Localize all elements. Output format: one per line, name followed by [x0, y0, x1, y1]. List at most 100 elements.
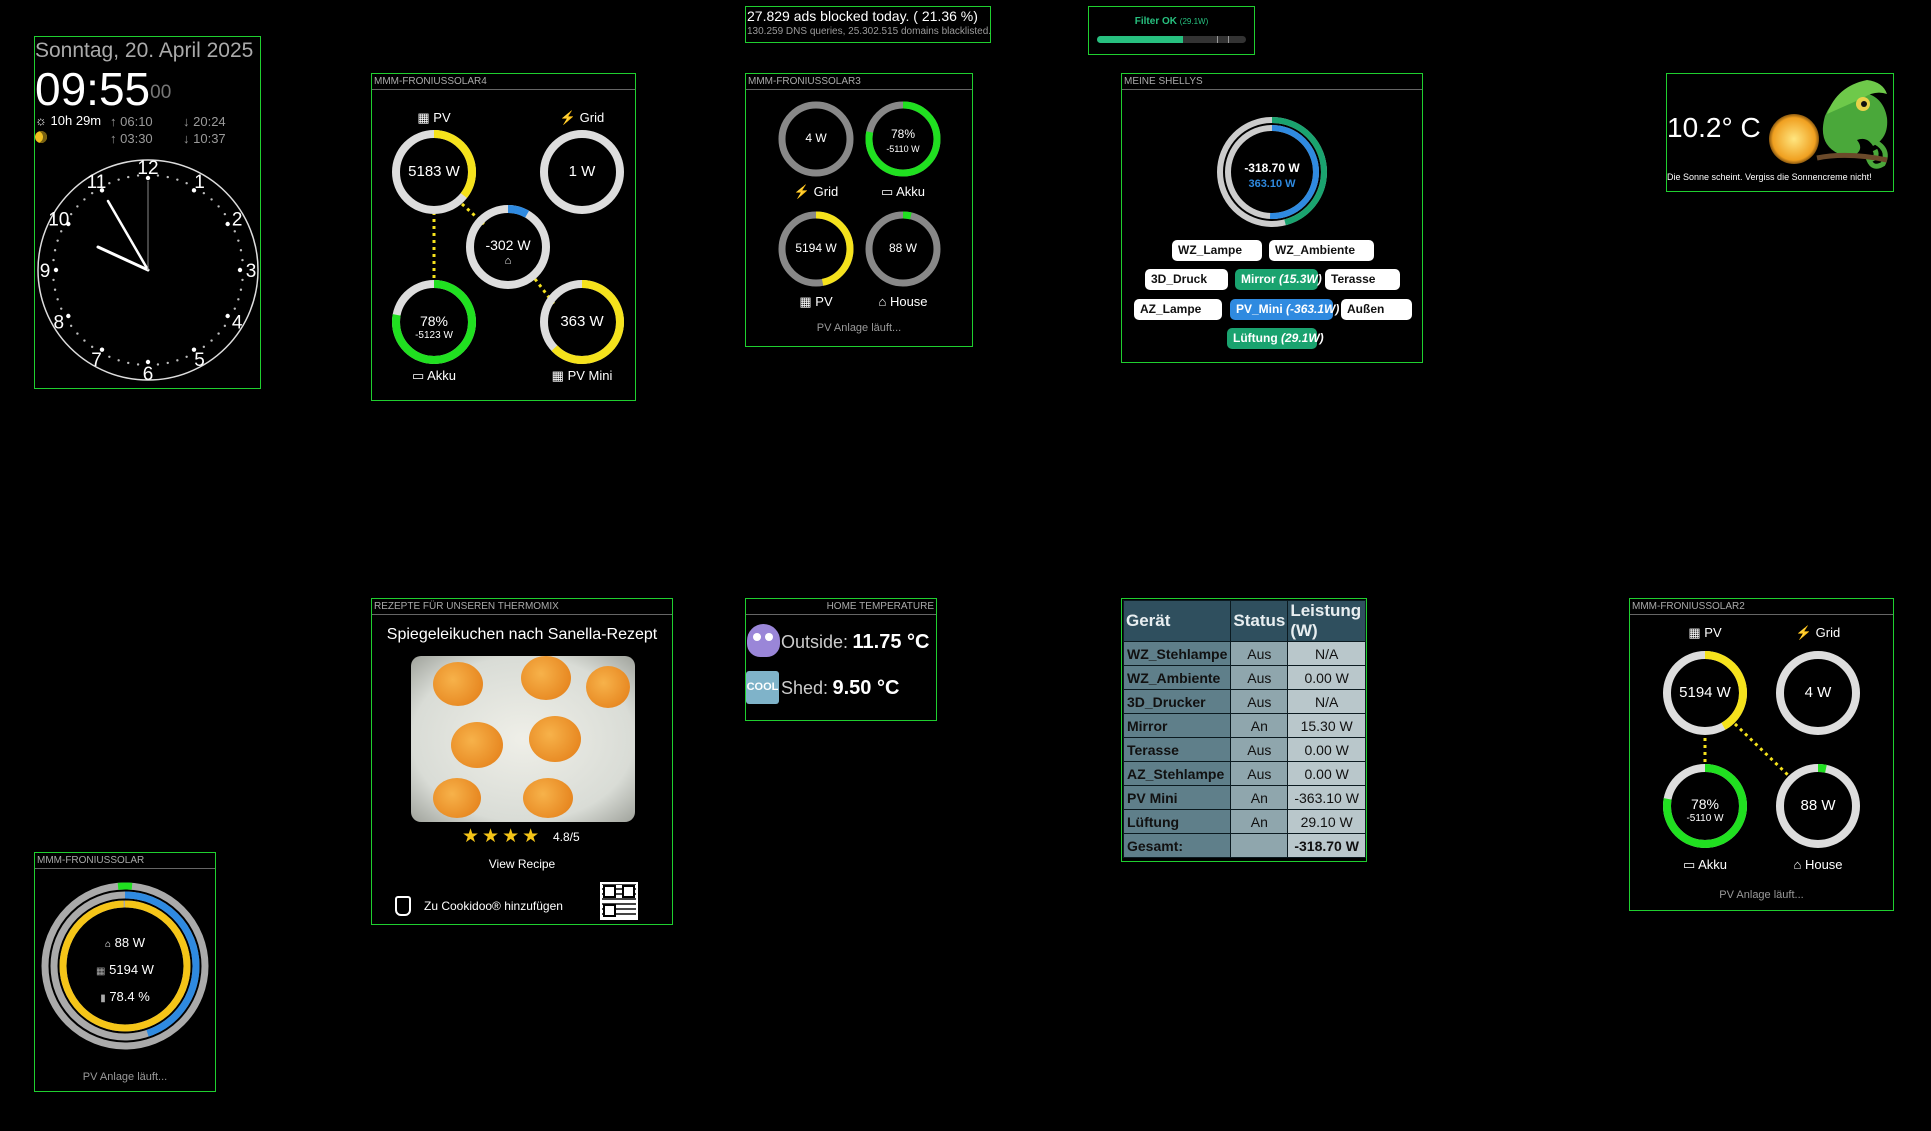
table-row: Mirror An 15.30 W: [1122, 713, 1366, 738]
solar1-status: PV Anlage läuft...: [82, 1071, 168, 1083]
battery-icon: ▭: [411, 368, 425, 383]
clock-tick: [202, 345, 206, 349]
house-icon: ⌂: [104, 939, 112, 950]
sun-icon: ☼: [35, 113, 47, 128]
clock-tick: [66, 313, 71, 319]
house-icon: ⌂: [878, 294, 887, 309]
power-cell: 0.00 W: [1287, 737, 1366, 762]
cookidoo-button[interactable]: Zu Cookidoo® hinzufügen: [424, 899, 563, 913]
battery-icon: ▭: [880, 184, 894, 199]
recipe-module: REZEPTE FÜR UNSEREN THERMOMIX Spiegeleik…: [371, 598, 673, 925]
solar3-pv-label: ▦ PV: [799, 294, 833, 309]
shellys-total: -318.70 W: [1244, 161, 1300, 175]
module-header: MEINE SHELLYS: [1122, 74, 1422, 90]
power-cell: 15.30 W: [1287, 713, 1366, 738]
table-total-row: Gesamt: -318.70 W: [1122, 833, 1366, 858]
shelly-chip-wz-lampe[interactable]: WZ_Lampe: [1172, 240, 1262, 261]
filter-status: Filter OK (29.1W): [1134, 16, 1209, 27]
solar2-house-label: ⌂ House: [1793, 857, 1843, 872]
power-cell: 0.00 W: [1287, 761, 1366, 786]
solar2-status: PV Anlage läuft...: [1719, 889, 1804, 901]
status-cell: Aus: [1230, 641, 1289, 666]
module-header: MMM-FRONIUSSOLAR: [35, 853, 215, 869]
home-temperature-module: HOME TEMPERATURE Outside: 11.75 °C COOL …: [745, 598, 937, 721]
clock-tick: [225, 313, 230, 319]
column-header: Gerät: [1122, 600, 1232, 642]
shelly-chip-pv-mini[interactable]: PV_Mini (-363.1W): [1230, 299, 1339, 320]
device-name-cell: PV Mini: [1122, 785, 1232, 810]
sun-icon: [1769, 114, 1819, 164]
clock-tick: [53, 288, 57, 291]
star-icon: ★: [462, 826, 483, 847]
arrow-up-icon: ↑: [110, 131, 117, 146]
analog-clock: 121234567891011: [37, 158, 259, 383]
status-cell: An: [1230, 785, 1289, 810]
sunrise-time: ↑ 06:10: [110, 114, 153, 129]
clock-tick: [108, 182, 111, 185]
solar4-house-value: -302 W: [485, 237, 531, 253]
solar-panel-icon: ▦: [551, 368, 564, 383]
power-cell: -363.10 W: [1287, 785, 1366, 810]
recipe-rating-stars: ★★★★: [462, 825, 542, 848]
clock-number: 9: [40, 261, 51, 282]
shelly-chip-lueftung[interactable]: Lüftung (29.1W): [1227, 328, 1324, 349]
status-cell: Aus: [1230, 761, 1289, 786]
clock-number: 8: [54, 313, 65, 334]
solar3-house-value: 88 W: [888, 241, 917, 255]
clock-tick: [69, 324, 73, 328]
shellys-module: MEINE SHELLYS -318.70 W 363.10 W WZ_Lamp…: [1121, 73, 1423, 363]
power-cell: -318.70 W: [1287, 833, 1366, 858]
battery-icon: ▭: [1682, 857, 1696, 872]
device-status-module: Gerät Status Leistung (W) WZ_Stehlampe Au…: [1121, 598, 1367, 862]
clock-number: 1: [194, 172, 205, 193]
solar4-akku-percent: 78%: [419, 313, 449, 329]
solar3-akku-percent: 78%: [890, 127, 916, 141]
device-name-cell: Mirror: [1122, 713, 1232, 738]
outside-label: Outside:: [781, 632, 849, 652]
sunset-time: ↓ 20:24: [183, 114, 226, 129]
view-recipe-link[interactable]: View Recipe: [372, 857, 672, 871]
shed-value: 9.50 °C: [832, 677, 900, 699]
device-name-cell: WZ_Ambiente: [1122, 665, 1232, 690]
clock-tick: [185, 182, 188, 185]
qr-code-icon: [600, 882, 638, 920]
shelly-chip-wz-ambiente[interactable]: WZ_Ambiente: [1269, 240, 1374, 261]
clock-tick: [127, 361, 130, 365]
clock-tick: [90, 345, 94, 349]
weather-message: Die Sonne scheint. Vergiss die Sonnencre…: [1667, 172, 1872, 182]
status-cell: Aus: [1230, 689, 1289, 714]
shelly-chip-terasse[interactable]: Terasse: [1325, 269, 1400, 290]
status-cell: An: [1230, 809, 1289, 834]
pihole-dns-queries: 130.259 DNS queries, 25.302.515 domains …: [747, 26, 992, 37]
table-header-row: Gerät Status Leistung (W): [1122, 600, 1366, 642]
shelly-chip-aussen[interactable]: Außen: [1341, 299, 1412, 320]
clock-module: Sonntag, 20. April 2025 09:5500 ☼ 10h 29…: [34, 36, 261, 389]
house-icon: ⌂: [1793, 857, 1802, 872]
device-name-cell: 3D_Drucker: [1122, 689, 1232, 714]
shed-temperature: Shed: 9.50 °C: [781, 677, 899, 700]
solar-panel-icon: ▦: [96, 966, 106, 977]
solar4-grid-value: 1 W: [568, 163, 596, 180]
clock-tick: [237, 267, 243, 273]
clock-number: 3: [246, 261, 257, 282]
shelly-chip-3d-druck[interactable]: 3D_Druck: [1145, 269, 1228, 290]
solar2-akku-label: ▭ Akku: [1682, 857, 1728, 872]
clock-tick: [56, 239, 59, 242]
clock-time: 09:5500: [35, 63, 171, 115]
solar3-pv-value: 5194 W: [795, 241, 837, 255]
arrow-down-icon: ↓: [183, 131, 190, 146]
module-header: HOME TEMPERATURE: [746, 599, 936, 615]
clock-number: 6: [143, 364, 154, 383]
shelly-chip-az-lampe[interactable]: AZ_Lampe: [1134, 299, 1222, 320]
power-cell: 0.00 W: [1287, 665, 1366, 690]
clock-tick: [53, 249, 57, 252]
clock-number: 10: [48, 210, 69, 231]
star-icon: ★: [502, 826, 523, 847]
outside-value: 11.75 °C: [852, 631, 930, 653]
power-cell: 29.10 W: [1287, 809, 1366, 834]
clock-number: 4: [232, 313, 243, 334]
clock-tick: [156, 363, 160, 366]
solar4-grid-label: ⚡ Grid: [559, 110, 605, 125]
shelly-chip-mirror[interactable]: Mirror (15.3W): [1235, 269, 1322, 290]
solar3-grid-value: 4 W: [805, 131, 827, 145]
